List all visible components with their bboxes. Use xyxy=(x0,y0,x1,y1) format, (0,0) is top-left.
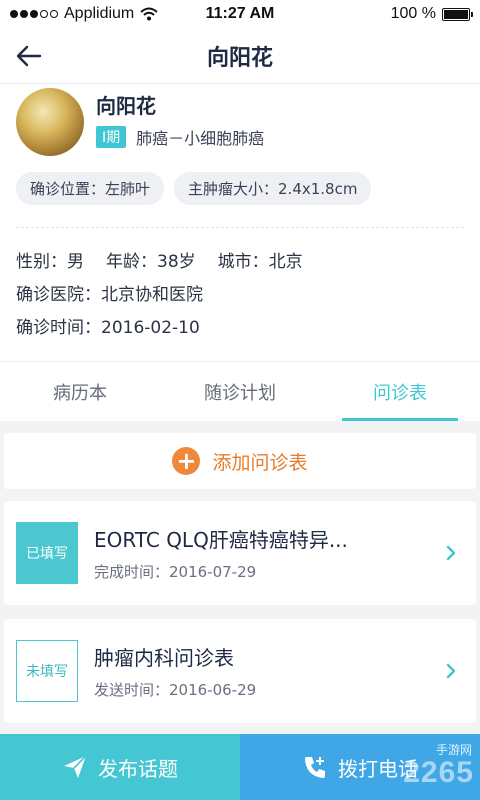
bottom-action-bar: 发布话题 拨打电话 2265 手游网 xyxy=(0,734,480,800)
tab-followup[interactable]: 随诊计划 xyxy=(160,362,320,421)
tab-bar: 病历本 随诊计划 问诊表 xyxy=(0,361,480,421)
wifi-icon xyxy=(140,7,158,21)
questionnaire-text: 肿瘤内科问诊表 发送时间：2016-06-29 xyxy=(94,642,442,700)
questionnaire-date: 发送时间：2016-06-29 xyxy=(94,681,257,699)
profile-info: 向阳花 I期 肺癌－小细胞肺癌 xyxy=(96,88,264,156)
navigation-bar: 向阳花 xyxy=(0,28,480,84)
send-icon xyxy=(64,755,87,778)
status-badge: 未填写 xyxy=(16,640,78,702)
questionnaire-item[interactable]: 已填写 EORTC QLQ肝癌特癌特异... 完成时间：2016-07-29 xyxy=(4,501,476,605)
tumor-size-chip: 主肿瘤大小：2.4x1.8cm xyxy=(174,172,372,205)
avatar[interactable] xyxy=(16,88,84,156)
signal-icon xyxy=(10,10,58,18)
questionnaire-text: EORTC QLQ肝癌特癌特异... 完成时间：2016-07-29 xyxy=(94,524,442,582)
chevron-right-icon xyxy=(446,545,456,561)
back-arrow-icon xyxy=(16,45,42,67)
age-text: 年龄：38岁 xyxy=(106,252,196,272)
stage-row: I期 肺癌－小细胞肺癌 xyxy=(96,125,264,149)
battery-percent: 100 % xyxy=(390,5,436,22)
tab-questionnaire[interactable]: 问诊表 xyxy=(320,362,480,421)
questionnaire-title: 肿瘤内科问诊表 xyxy=(94,646,234,670)
basic-info-row: 性别：男 年龄：38岁 城市：北京 xyxy=(16,246,464,279)
patient-profile: 向阳花 I期 肺癌－小细胞肺癌 确诊位置：左肺叶 主肿瘤大小：2.4x1.8cm… xyxy=(0,84,480,361)
location-chip: 确诊位置：左肺叶 xyxy=(16,172,165,205)
stage-badge: I期 xyxy=(96,126,127,148)
status-left: Applidium xyxy=(10,5,158,23)
post-topic-button[interactable]: 发布话题 xyxy=(0,734,240,800)
patient-name: 向阳花 xyxy=(96,94,156,118)
battery-fill xyxy=(444,9,468,19)
add-questionnaire-label: 添加问诊表 xyxy=(212,451,308,474)
profile-header: 向阳花 I期 肺癌－小细胞肺癌 xyxy=(16,84,464,156)
tab-records[interactable]: 病历本 xyxy=(0,362,160,421)
city-text: 城市：北京 xyxy=(217,252,303,272)
phone-icon xyxy=(305,757,325,778)
status-right: 100 % xyxy=(390,5,473,23)
diagnosis-date-text: 确诊时间：2016-02-10 xyxy=(16,318,200,338)
questionnaire-item[interactable]: 未填写 肿瘤内科问诊表 发送时间：2016-06-29 xyxy=(4,619,476,723)
post-topic-label: 发布话题 xyxy=(98,756,178,781)
page-title: 向阳花 xyxy=(206,45,273,71)
plus-icon: + xyxy=(172,447,201,475)
add-questionnaire-button[interactable]: + 添加问诊表 xyxy=(4,433,476,489)
status-badge: 已填写 xyxy=(16,522,78,584)
battery-icon xyxy=(442,7,473,21)
call-label: 拨打电话 xyxy=(338,756,418,781)
diagnosis-text: 肺癌－小细胞肺癌 xyxy=(136,129,265,148)
gender-text: 性别：男 xyxy=(16,252,84,272)
carrier-name: Applidium xyxy=(64,5,135,22)
call-button[interactable]: 拨打电话 xyxy=(240,734,480,800)
questionnaire-title: EORTC QLQ肝癌特癌特异... xyxy=(94,528,348,552)
questionnaire-date: 完成时间：2016-07-29 xyxy=(94,563,257,581)
status-bar: Applidium 11:27 AM 100 % xyxy=(0,0,480,28)
patient-details: 性别：男 年龄：38岁 城市：北京 确诊医院：北京协和医院 确诊时间：2016-… xyxy=(16,228,464,361)
back-button[interactable] xyxy=(12,40,46,72)
hospital-text: 确诊医院：北京协和医院 xyxy=(16,285,203,305)
chevron-right-icon xyxy=(446,663,456,679)
diagnosis-chips: 确诊位置：左肺叶 主肿瘤大小：2.4x1.8cm xyxy=(16,172,464,205)
